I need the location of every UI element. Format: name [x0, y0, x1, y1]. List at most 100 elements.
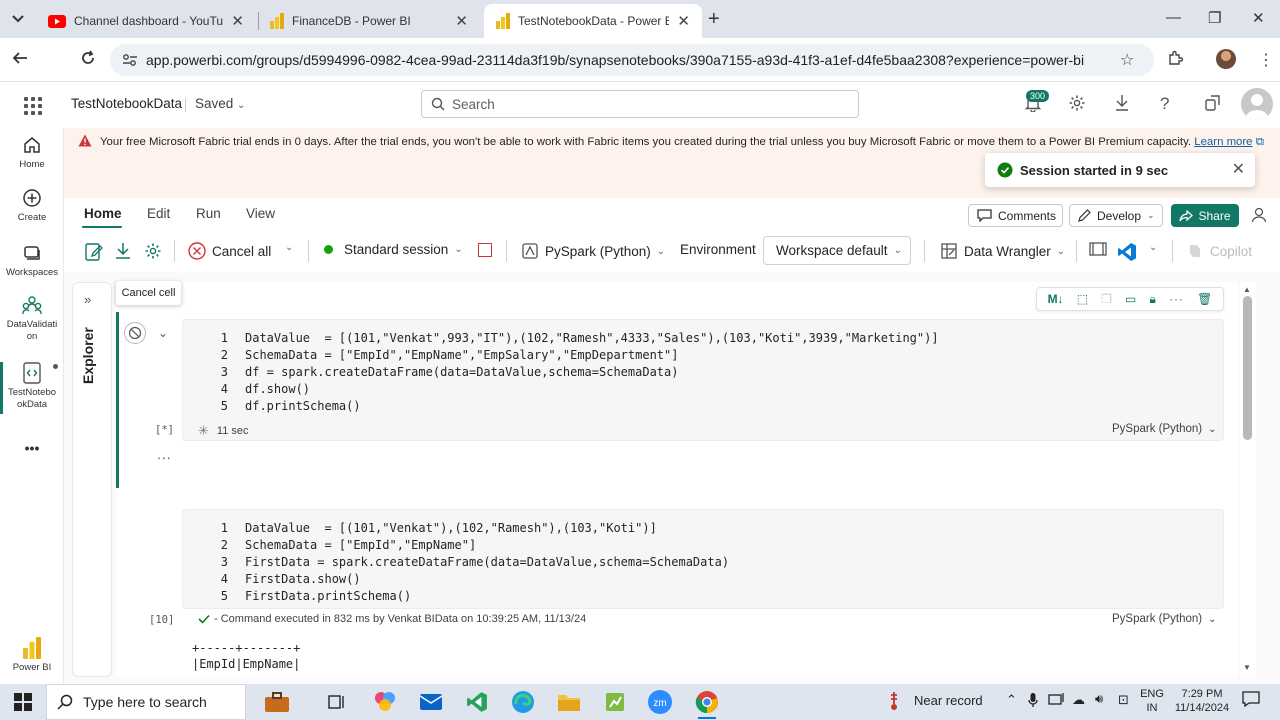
search-input[interactable]: Search	[421, 90, 859, 118]
code-editor[interactable]: 1 DataValue = [(101,"Venkat",993,"IT"),(1…	[183, 330, 939, 415]
site-info-icon[interactable]	[122, 53, 138, 67]
browser-profile-avatar[interactable]	[1216, 49, 1236, 69]
rail-more-icon[interactable]: •••	[0, 440, 64, 456]
file-explorer-icon[interactable]	[556, 689, 582, 715]
cancel-all-dropdown[interactable]: ⌄	[285, 242, 293, 253]
new-tab-icon[interactable]: +	[708, 8, 720, 31]
vscode-dropdown[interactable]: ⌄	[1149, 242, 1157, 253]
lock-icon[interactable]: 🔒︎	[1150, 292, 1156, 307]
url-field[interactable]: app.powerbi.com/groups/d5994996-0982-4ce…	[110, 44, 1154, 76]
environment-select[interactable]: Workspace default ⌄	[763, 236, 911, 265]
scroll-down-icon[interactable]: ▼	[1243, 663, 1251, 672]
cell-language-dropdown[interactable]: PySpark (Python) ⌄	[1112, 613, 1217, 625]
copilot-button[interactable]: Copilot	[1186, 242, 1252, 260]
download-notebook-icon[interactable]	[114, 242, 132, 260]
more-cells-icon[interactable]: ...	[157, 446, 172, 462]
browser-tab-testnotebookdata[interactable]: TestNotebookData - Power BI ✕	[484, 4, 702, 38]
code-cell-2[interactable]: 1 DataValue = [(101,"Venkat"),(102,"Rames…	[182, 509, 1224, 609]
rail-item-home[interactable]: Home	[0, 134, 64, 170]
close-tab-icon[interactable]: ✕	[231, 12, 244, 30]
share-button[interactable]: Share	[1171, 204, 1239, 227]
notification-center-icon[interactable]	[1242, 691, 1260, 707]
microphone-icon[interactable]	[1028, 692, 1038, 708]
close-tab-icon[interactable]: ✕	[677, 12, 690, 30]
browser-tab-financedb[interactable]: FinanceDB - Power BI ✕	[258, 4, 480, 38]
rail-item-powerbi[interactable]: Power BI	[0, 637, 64, 673]
code-editor[interactable]: 1 DataValue = [(101,"Venkat"),(102,"Rames…	[183, 520, 729, 605]
settings-gear-icon[interactable]	[1068, 94, 1086, 112]
copilot-app-icon[interactable]	[372, 689, 398, 715]
copy-cell-icon[interactable]: ❐	[1101, 292, 1112, 306]
scroll-up-icon[interactable]: ▲	[1243, 285, 1251, 294]
restore-icon[interactable]: ❐	[1208, 9, 1221, 27]
browser-tab-youtube[interactable]: Channel dashboard - YouTube ✕	[36, 4, 256, 38]
edge-browser-icon[interactable]	[510, 689, 536, 715]
cloud-icon[interactable]: ☁	[1072, 692, 1085, 708]
battery-charge-icon[interactable]: ⊡	[1118, 692, 1129, 708]
close-toast-icon[interactable]: ✕	[1232, 159, 1245, 179]
download-icon[interactable]	[1114, 94, 1130, 112]
tab-home[interactable]: Home	[84, 206, 122, 221]
show-hidden-icons[interactable]: ⌃	[1006, 692, 1017, 708]
scrollbar-thumb[interactable]	[1243, 296, 1252, 440]
collaborate-people-icon[interactable]	[1251, 206, 1271, 224]
learn-more-link[interactable]: Learn more	[1194, 136, 1252, 148]
rail-item-datavalidation[interactable]: DataValidati on	[0, 294, 64, 343]
windows-start-icon[interactable]	[14, 693, 32, 711]
external-link-icon[interactable]: ⧉	[1256, 136, 1264, 148]
app-launcher-icon[interactable]	[24, 97, 42, 115]
develop-button[interactable]: Develop ⌄	[1069, 204, 1163, 227]
minimize-icon[interactable]: —	[1166, 9, 1181, 26]
extensions-icon[interactable]	[1167, 50, 1183, 66]
rail-item-workspaces[interactable]: Workspaces	[0, 242, 64, 278]
stop-session-icon[interactable]	[478, 243, 492, 257]
expand-explorer-icon[interactable]: »	[84, 292, 91, 307]
help-icon[interactable]: ?	[1160, 94, 1169, 114]
chrome-icon[interactable]	[694, 689, 720, 715]
rail-item-testnotebookdata[interactable]: TestNotebo okData	[0, 362, 64, 411]
cancel-all-button[interactable]: Cancel all	[188, 242, 271, 260]
notebook-settings-icon[interactable]	[144, 242, 162, 260]
save-status[interactable]: Saved ⌄	[195, 96, 245, 111]
select-cell-icon[interactable]: ⬚	[1077, 292, 1088, 306]
network-icon[interactable]	[1048, 692, 1066, 706]
work-briefcase-icon[interactable]	[264, 689, 290, 715]
tab-search-menu-icon[interactable]	[8, 10, 28, 28]
comments-button[interactable]: Comments	[968, 204, 1063, 227]
comment-cell-icon[interactable]: ▭	[1125, 292, 1136, 306]
tab-edit[interactable]: Edit	[147, 206, 170, 221]
volume-icon[interactable]: 🔊︎	[1095, 691, 1103, 707]
full-screen-icon[interactable]	[1089, 242, 1107, 256]
notepad-chart-icon[interactable]	[602, 689, 628, 715]
vscode-icon[interactable]	[1117, 242, 1137, 262]
task-view-icon[interactable]	[324, 689, 350, 715]
rail-item-create[interactable]: Create	[0, 187, 64, 223]
mail-icon[interactable]	[418, 689, 444, 715]
notebook-edit-icon[interactable]	[84, 242, 104, 262]
back-icon[interactable]	[12, 50, 28, 66]
input-language[interactable]: ENG IN	[1136, 687, 1168, 715]
browser-menu-icon[interactable]: ⋮	[1258, 50, 1274, 70]
data-wrangler-button[interactable]: Data Wrangler ⌄	[940, 242, 1065, 260]
tab-run[interactable]: Run	[196, 206, 221, 221]
near-record-icon[interactable]	[888, 691, 904, 711]
taskbar-search-input[interactable]: Type here to search	[46, 684, 246, 720]
close-tab-icon[interactable]: ✕	[455, 12, 468, 30]
more-options-icon[interactable]: ···	[1169, 292, 1184, 306]
notebook-name[interactable]: TestNotebookData	[71, 96, 182, 111]
language-dropdown[interactable]: PySpark (Python) ⌄	[521, 242, 665, 260]
delete-cell-icon[interactable]: 🗑︎	[1197, 292, 1212, 306]
tab-view[interactable]: View	[246, 206, 275, 221]
vscode-taskbar-icon[interactable]	[464, 689, 490, 715]
clock[interactable]: 7:29 PM 11/14/2024	[1170, 687, 1234, 715]
zoom-icon[interactable]: zm	[647, 689, 673, 715]
close-window-icon[interactable]: ✕	[1252, 9, 1265, 27]
user-avatar[interactable]	[1241, 88, 1273, 120]
cancel-cell-button[interactable]	[124, 322, 146, 344]
markdown-toggle-icon[interactable]: M↓	[1048, 292, 1064, 306]
reload-icon[interactable]	[80, 50, 96, 66]
bookmark-star-icon[interactable]: ☆	[1120, 50, 1134, 70]
collapse-cell-icon[interactable]: ⌄	[158, 326, 168, 340]
share-feedback-icon[interactable]	[1204, 94, 1222, 112]
code-cell-1[interactable]: 1 DataValue = [(101,"Venkat",993,"IT"),(1…	[182, 319, 1224, 441]
